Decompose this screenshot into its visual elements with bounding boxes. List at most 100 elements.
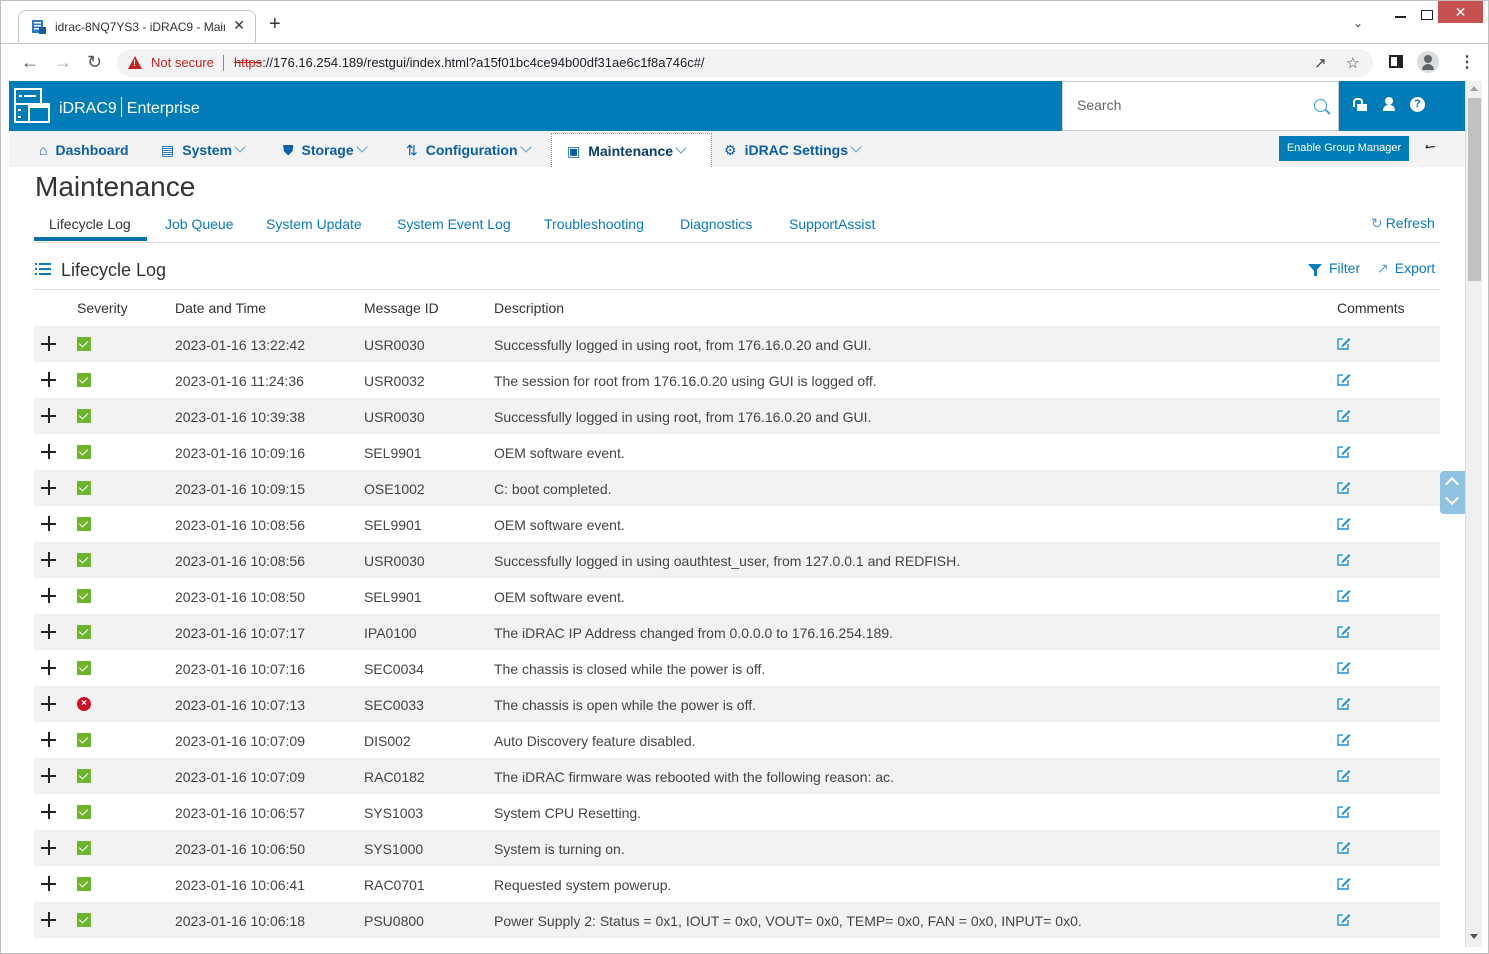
nav-idrac-settings[interactable]: ⚙ iDRAC Settings [724, 133, 862, 167]
address-bar[interactable]: Not secure https://176.16.254.189/restgu… [117, 49, 1373, 77]
database-icon: ⛊ [283, 142, 294, 158]
active-tab-indicator [34, 237, 147, 241]
search-icon[interactable] [1314, 99, 1327, 112]
table-row: 2023-01-16 10:06:57 SYS1003 System CPU Res… [34, 794, 1440, 830]
edit-comment-icon[interactable] [1337, 912, 1351, 926]
severity-ok-icon [77, 589, 91, 603]
refresh-button[interactable]: ↻ Refresh [1371, 215, 1435, 232]
cell-date-time: 2023-01-16 11:24:36 [175, 373, 304, 389]
scroll-up-chevron-icon[interactable] [1444, 476, 1460, 492]
nav-label: System [182, 142, 233, 158]
page-scrollbar[interactable] [1465, 81, 1482, 947]
expand-row-icon[interactable] [41, 840, 56, 855]
scroll-down-arrow-icon[interactable] [1470, 934, 1478, 939]
nav-storage[interactable]: ⛊ Storage [283, 133, 368, 167]
tab-lifecycle-log[interactable]: Lifecycle Log [49, 216, 131, 232]
edit-comment-icon[interactable] [1337, 480, 1351, 494]
edit-comment-icon[interactable] [1337, 588, 1351, 602]
expand-row-icon[interactable] [41, 408, 56, 423]
edit-comment-icon[interactable] [1337, 516, 1351, 530]
browser-menu-icon[interactable]: ⋮ [1459, 52, 1475, 72]
expand-row-icon[interactable] [41, 696, 56, 711]
nav-dashboard[interactable]: ⌂ Dashboard [39, 133, 129, 167]
user-icon[interactable] [1381, 97, 1397, 113]
cell-message-id: SYS1000 [364, 841, 424, 857]
nav-label: Configuration [425, 142, 518, 158]
unlock-icon[interactable] [1353, 97, 1369, 113]
forward-arrow-icon[interactable]: → [54, 52, 72, 73]
nav-maintenance[interactable]: ▣ Maintenance [551, 133, 712, 167]
security-status[interactable]: Not secure [151, 55, 214, 70]
expand-row-icon[interactable] [41, 660, 56, 675]
star-icon[interactable]: ☆ [1346, 54, 1359, 72]
help-icon[interactable]: ? [1410, 97, 1425, 112]
new-tab-button[interactable]: + [269, 13, 281, 36]
expand-row-icon[interactable] [41, 804, 56, 819]
close-tab-icon[interactable]: ✕ [233, 17, 245, 34]
cell-date-time: 2023-01-16 10:08:56 [175, 553, 305, 569]
expand-row-icon[interactable] [41, 372, 56, 387]
enable-group-manager-button[interactable]: Enable Group Manager [1279, 136, 1409, 161]
edit-comment-icon[interactable] [1337, 732, 1351, 746]
edit-comment-icon[interactable] [1337, 336, 1351, 350]
expand-row-icon[interactable] [41, 588, 56, 603]
reload-icon[interactable]: ↻ [87, 52, 102, 73]
tab-job-queue[interactable]: Job Queue [165, 216, 234, 232]
edit-comment-icon[interactable] [1337, 768, 1351, 782]
expand-row-icon[interactable] [41, 732, 56, 747]
expand-row-icon[interactable] [41, 480, 56, 495]
edit-comment-icon[interactable] [1337, 840, 1351, 854]
cell-message-id: USR0030 [364, 553, 425, 569]
side-panel-icon[interactable] [1389, 55, 1403, 68]
expand-row-icon[interactable] [41, 876, 56, 891]
scroll-up-arrow-icon[interactable] [1470, 86, 1478, 91]
nav-configuration[interactable]: ⇅ Configuration [406, 133, 532, 167]
severity-ok-icon [77, 625, 91, 639]
edit-comment-icon[interactable] [1337, 552, 1351, 566]
tab-supportassist[interactable]: SupportAssist [789, 216, 875, 232]
search-input[interactable] [1077, 97, 1297, 113]
edit-comment-icon[interactable] [1337, 372, 1351, 386]
expand-row-icon[interactable] [41, 768, 56, 783]
cell-date-time: 2023-01-16 10:07:09 [175, 769, 305, 785]
scroll-thumb[interactable] [1468, 98, 1481, 281]
expand-row-icon[interactable] [41, 912, 56, 927]
tab-troubleshooting[interactable]: Troubleshooting [544, 216, 644, 232]
tab-system-update[interactable]: System Update [266, 216, 362, 232]
column-header-message-id[interactable]: Message ID [364, 300, 439, 316]
tab-diagnostics[interactable]: Diagnostics [680, 216, 752, 232]
column-header-date-time[interactable]: Date and Time [175, 300, 266, 316]
edit-comment-icon[interactable] [1337, 804, 1351, 818]
cell-description: C: boot completed. [494, 481, 612, 497]
minimize-button[interactable] [1389, 4, 1415, 26]
edit-comment-icon[interactable] [1337, 444, 1351, 458]
share-icon[interactable]: ↗ [1314, 54, 1327, 72]
tab-search-chevron-icon[interactable]: ⌄ [1353, 16, 1363, 30]
edit-comment-icon[interactable] [1337, 660, 1351, 674]
browser-tab[interactable]: idrac-8NQ7YS3 - iDRAC9 - Maintenance ✕ [18, 10, 256, 44]
expand-row-icon[interactable] [41, 516, 56, 531]
url-text[interactable]: https://176.16.254.189/restgui/index.htm… [234, 55, 705, 70]
scroll-down-chevron-icon[interactable] [1444, 490, 1460, 506]
monitor-pulse-icon: ▣ [567, 143, 581, 159]
expand-row-icon[interactable] [41, 444, 56, 459]
edit-comment-icon[interactable] [1337, 696, 1351, 710]
tab-system-event-log[interactable]: System Event Log [397, 216, 511, 232]
column-header-description[interactable]: Description [494, 300, 564, 316]
back-arrow-icon[interactable]: ← [21, 52, 39, 73]
filter-button[interactable]: Filter [1308, 260, 1360, 276]
expand-row-icon[interactable] [41, 624, 56, 639]
edit-comment-icon[interactable] [1337, 408, 1351, 422]
nav-system[interactable]: ▤ System [161, 133, 246, 167]
export-button[interactable]: ↗ Export [1377, 260, 1435, 277]
window-close-button[interactable]: ✕ [1438, 1, 1483, 23]
main-nav: ⌂ Dashboard ▤ System ⛊ Storage ⇅ Configurati… [9, 131, 1465, 167]
expand-row-icon[interactable] [41, 552, 56, 567]
profile-avatar-icon[interactable] [1417, 51, 1439, 73]
severity-ok-icon [77, 805, 91, 819]
edit-comment-icon[interactable] [1337, 624, 1351, 638]
column-header-severity[interactable]: Severity [77, 300, 128, 316]
maximize-button[interactable] [1414, 4, 1440, 26]
expand-row-icon[interactable] [41, 336, 56, 351]
edit-comment-icon[interactable] [1337, 876, 1351, 890]
